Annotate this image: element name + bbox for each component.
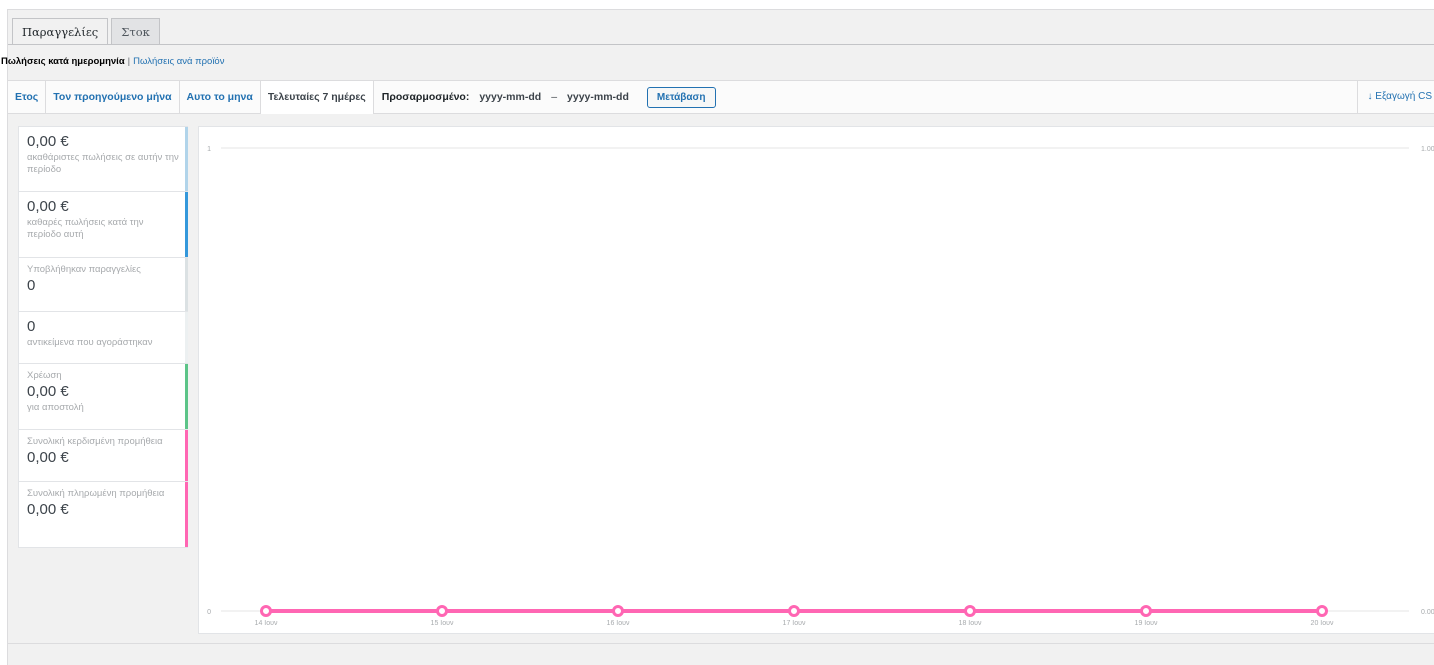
footer-divider [8,643,1434,644]
legend-amount: 0 [27,277,36,294]
legend-amount: 0,00 € [27,133,69,150]
legend-color-bar [185,364,188,429]
x-tick-label: 17 Ιουν [783,620,806,627]
legend-description: Συνολική κερδισμένη προμήθεια [27,436,163,447]
legend-description: Υποβλήθηκαν παραγγελίες [27,264,141,275]
series-point [436,605,448,617]
legend-item[interactable]: Υποβλήθηκαν παραγγελίες 0 [18,258,188,312]
chart-legend: 0,00 € ακαθάριστες πωλήσεις σε αυτήν την … [18,126,188,548]
legend-description: ακαθάριστες πωλήσεις σε αυτήν την περίοδ… [27,152,179,175]
legend-color-bar [185,192,188,257]
legend-amount: 0,00 € [27,501,69,518]
subnav-separator: | [127,56,131,67]
legend-amount: 0 [27,318,36,335]
legend-color-bar [185,127,188,191]
series-point [964,605,976,617]
date-dash: – [551,91,558,103]
go-button[interactable]: Μετάβαση [646,86,716,108]
legend-color-bar [185,482,188,547]
legend-description: για αποστολή [27,402,84,413]
y-tick-right: 1.00 [1421,146,1434,153]
series-point [260,605,272,617]
legend-item[interactable]: Συνολική κερδισμένη προμήθεια 0,00 € [18,430,188,482]
report-tabs: Παραγγελίες Στοκ [12,18,163,45]
custom-range: Προσαρμοσμένο: yyyy-mm-dd – yyyy-mm-dd Μ… [374,86,716,108]
x-tick-label: 18 Ιουν [959,620,982,627]
legend-description-top: Χρέωση [27,370,62,381]
range-last-7-days[interactable]: Τελευταίες 7 ημέρες [260,80,374,114]
chart-svg: 1 0 1.00 0.00 14 Ιουν 15 Ιουν 16 Ιουν 17 Ιουν 18… [207,146,1434,627]
end-date-field[interactable]: yyyy-mm-dd [567,91,629,103]
legend-color-bar [185,312,188,363]
range-year[interactable]: Ετος [8,80,47,114]
legend-amount: 0,00 € [27,198,69,215]
range-this-month[interactable]: Αυτο το μηνα [180,80,261,114]
legend-item[interactable]: 0,00 € καθαρές πωλήσεις κατά την περίοδο … [18,192,188,258]
series-point [612,605,624,617]
tab-stock[interactable]: Στοκ [111,18,160,45]
subnav-link-sales-by-product[interactable]: Πωλήσεις ανά προϊόν [133,56,224,67]
x-tick-label: 19 Ιουν [1135,620,1158,627]
x-tick-label: 20 Ιουν [1311,620,1334,627]
legend-color-bar [185,430,188,481]
range-bar: Ετος Τον προηγούμενο μήνα Αυτο το μηνα Τ… [8,80,1434,114]
legend-item[interactable]: Χρέωση 0,00 € για αποστολή [18,364,188,430]
y-tick-right: 0.00 [1421,609,1434,616]
start-date-field[interactable]: yyyy-mm-dd [479,91,541,103]
series-point [1140,605,1152,617]
tab-orders[interactable]: Παραγγελίες [12,18,109,45]
legend-item[interactable]: 0,00 € ακαθάριστες πωλήσεις σε αυτήν την … [18,126,188,192]
tab-divider [8,44,1434,45]
x-tick-label: 14 Ιουν [255,620,278,627]
series-point [1316,605,1328,617]
legend-item[interactable]: Συνολική πληρωμένη προμήθεια 0,00 € [18,482,188,548]
y-tick-left: 0 [207,609,211,616]
legend-item[interactable]: 0 αντικείμενα που αγοράστηκαν [18,312,188,364]
sales-chart: 1 0 1.00 0.00 14 Ιουν 15 Ιουν 16 Ιουν 17 Ιουν 18… [198,126,1434,634]
x-tick-label: 16 Ιουν [607,620,630,627]
subnav-current: Πωλήσεις κατά ημερομηνία [1,56,125,67]
legend-amount: 0,00 € [27,449,69,466]
custom-range-label: Προσαρμοσμένο: [381,91,470,103]
series-point [788,605,800,617]
report-subnav: Πωλήσεις κατά ημερομηνία | Πωλήσεις ανά πρ… [1,56,224,67]
legend-amount: 0,00 € [27,383,69,400]
legend-description: Συνολική πληρωμένη προμήθεια [27,488,165,499]
reports-wrapper: Παραγγελίες Στοκ Πωλήσεις κατά ημερομηνί… [1,9,1434,665]
legend-color-bar [185,258,188,311]
x-tick-label: 15 Ιουν [431,620,454,627]
legend-description: αντικείμενα που αγοράστηκαν [27,337,153,348]
export-csv-button[interactable]: ↓ Εξαγωγή CS [1356,81,1434,114]
y-tick-left: 1 [207,146,211,153]
range-last-month[interactable]: Τον προηγούμενο μήνα [46,80,180,114]
legend-description: καθαρές πωλήσεις κατά την περίοδο αυτή [27,217,144,240]
